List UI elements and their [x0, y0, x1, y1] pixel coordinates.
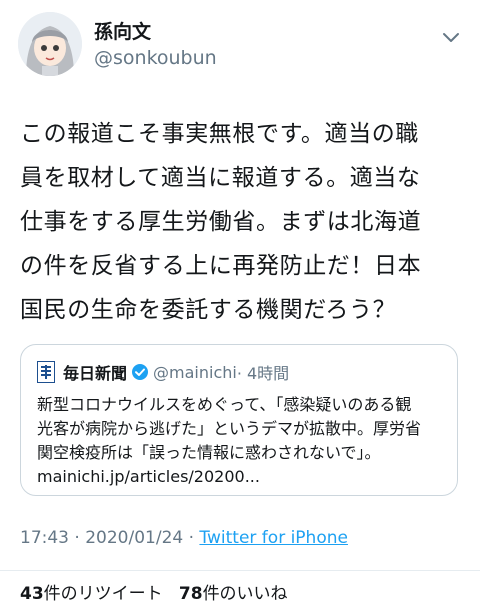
meta-separator: · [188, 528, 195, 548]
meta-separator: · [74, 528, 80, 548]
tweet-line: の件を反省する上に再発防止だ！日本 [20, 253, 422, 279]
chevron-down-icon[interactable] [440, 26, 462, 48]
tweet-stats: 43件のリツイート 78件のいいね [20, 582, 288, 606]
tweet-line: 仕事をする厚生労働省。まずは北海道 [20, 209, 422, 235]
mainichi-logo-icon [37, 361, 55, 383]
user-handle[interactable]: @sonkoubun [94, 46, 217, 70]
avatar[interactable] [18, 12, 82, 76]
like-count: 78 [178, 584, 203, 604]
tweet-source-link[interactable]: Twitter for iPhone [199, 528, 348, 548]
quoted-account-handle[interactable]: @mainichi [153, 363, 237, 382]
quoted-line: 新型コロナウイルスをめぐって、「感染疑いのある観 [37, 395, 412, 414]
tweet-meta: 17:43 · 2020/01/24 · Twitter for iPhone [20, 526, 348, 550]
tweet-date: 2020/01/24 [85, 528, 184, 548]
retweet-stat[interactable]: 43件のリツイート [20, 584, 163, 604]
tweet-text: この報道こそ事実無根です。適当の職 員を取材して適当に報道する。適当な 仕事をす… [20, 112, 466, 332]
tweet-header: 孫向文 @sonkoubun [0, 0, 480, 96]
tweet-time: 17:43 [20, 528, 69, 548]
quoted-tweet-card[interactable]: 毎日新聞 @mainichi · 4時間 新型コロナウイルスをめぐって、「感染疑… [20, 344, 458, 496]
tweet-line: 員を取材して適当に報道する。適当な [20, 165, 421, 191]
like-stat[interactable]: 78件のいいね [179, 584, 288, 604]
quoted-account-name[interactable]: 毎日新聞 [63, 360, 127, 384]
like-label: 件のいいね [202, 584, 288, 604]
retweet-label: 件のリツイート [43, 584, 163, 604]
quoted-line: 光客が病院から逃げた」というデマが拡散中。厚労省 [37, 419, 422, 438]
display-name[interactable]: 孫向文 [94, 20, 151, 44]
quoted-line: 関空検疫所は「誤った情報に惑わされないで」。 [37, 443, 381, 462]
divider [0, 570, 480, 571]
tweet-line: 国民の生命を委託する機関だろう？ [20, 297, 397, 323]
quoted-link[interactable]: mainichi.jp/articles/20200... [37, 465, 445, 489]
tweet-line: この報道こそ事実無根です。適当の職 [20, 121, 419, 147]
retweet-count: 43 [20, 584, 44, 604]
quoted-tweet-header: 毎日新聞 @mainichi · 4時間 [37, 361, 289, 383]
quoted-tweet-text: 新型コロナウイルスをめぐって、「感染疑いのある観 光客が病院から逃げた」というデ… [37, 393, 445, 489]
quoted-tweet-time: · 4時間 [236, 364, 290, 383]
verified-badge-icon [132, 364, 149, 380]
